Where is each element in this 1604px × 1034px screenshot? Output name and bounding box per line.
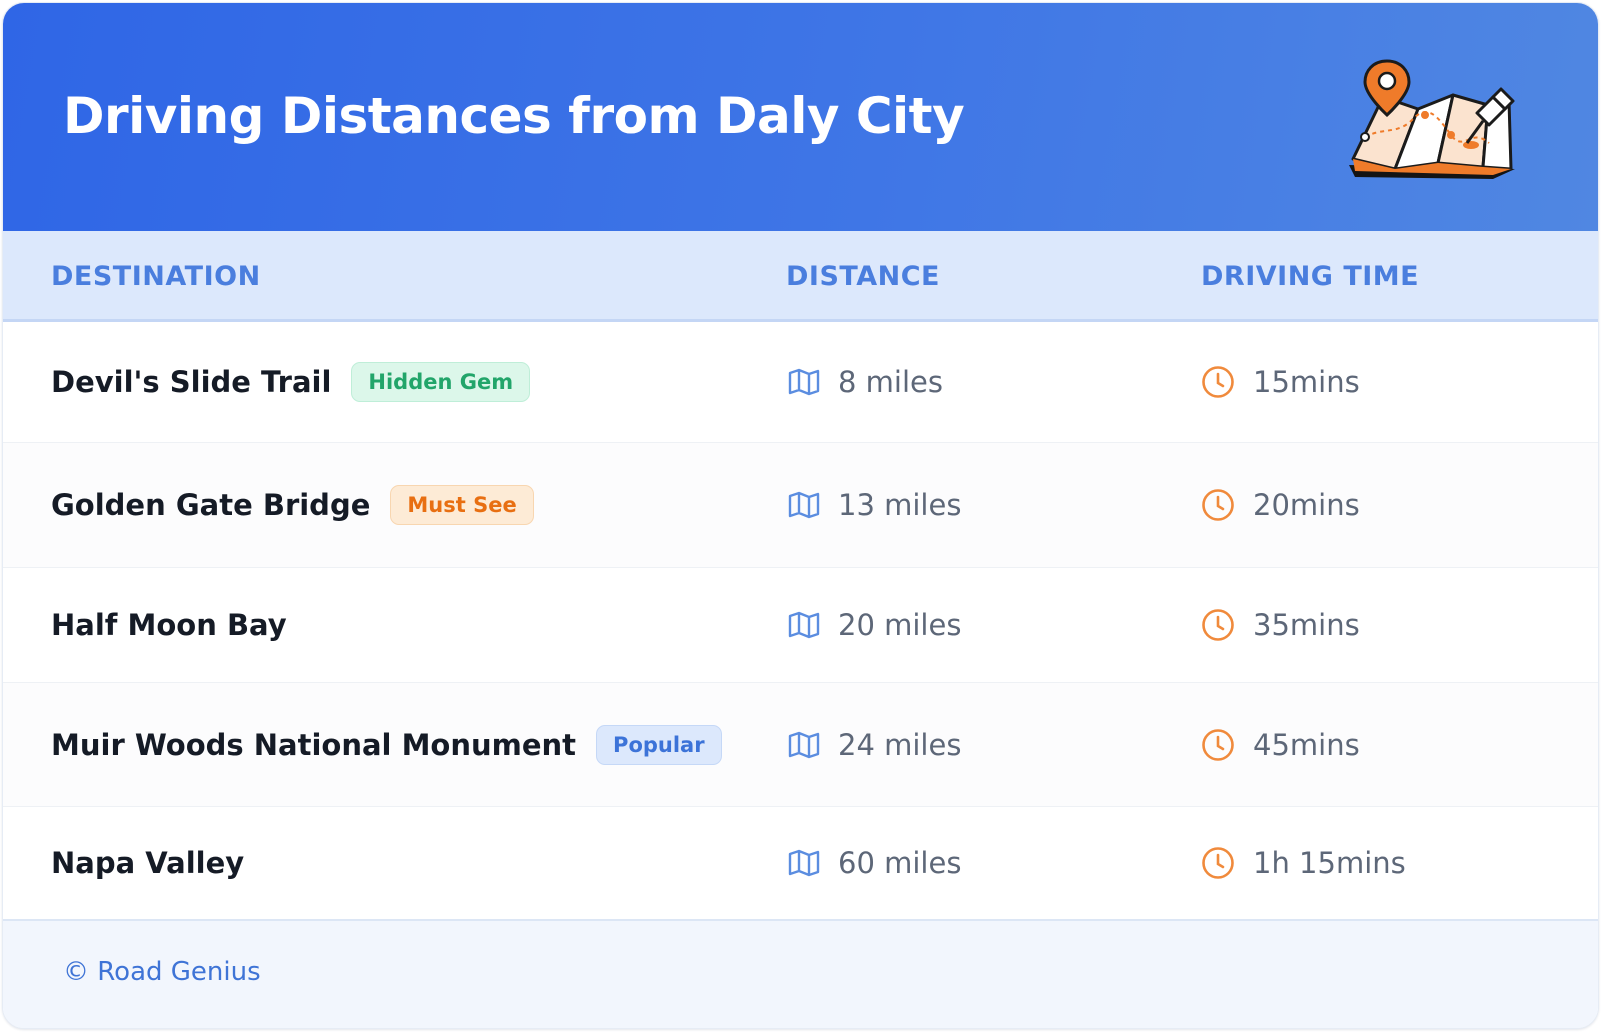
distance-cell: 24 miles [788,728,961,762]
distance-cell: 8 miles [788,365,943,399]
distance-cell: 13 miles [788,488,961,522]
destination-name: Devil's Slide Trail [51,365,332,399]
map-icon [788,491,820,519]
destination-name: Muir Woods National Monument [51,727,577,762]
map-icon [788,849,820,877]
clock-icon [1202,847,1234,879]
clock-icon [1202,728,1234,761]
destination-name: Golden Gate Bridge [51,488,371,522]
footer: © Road Genius [3,919,1598,1028]
destination-cell: Napa Valley [51,846,244,880]
distance-value: 20 miles [838,608,962,642]
time-cell: 35mins [1201,608,1360,642]
time-value: 15mins [1253,365,1360,399]
destination-cell: Devil's Slide Trail Hidden Gem [51,362,531,402]
column-header-driving-time: DRIVING TIME [1201,261,1420,292]
time-value: 35mins [1253,608,1360,642]
clock-icon [1202,366,1234,398]
destination-name: Half Moon Bay [51,608,287,642]
distance-value: 60 miles [838,846,962,880]
table-header: DESTINATION DISTANCE DRIVING TIME [3,231,1598,322]
map-icon [788,731,820,758]
destination-cell: Muir Woods National Monument Popular [51,724,722,765]
time-value: 45mins [1253,727,1360,762]
badge-must-see: Must See [390,485,534,525]
distance-value: 8 miles [838,365,943,399]
distance-cell: 20 miles [788,608,961,642]
page-title: Driving Distances from Daly City [63,87,965,145]
distance-cell: 60 miles [788,846,961,880]
clock-icon [1202,609,1234,641]
time-cell: 1h 15mins [1201,846,1406,880]
folded-map-with-location-pin-icon [1349,59,1515,179]
time-value: 1h 15mins [1253,846,1406,880]
destination-cell: Golden Gate Bridge Must See [51,485,534,525]
table-row: Half Moon Bay 20 miles 35mins [3,568,1598,683]
badge-hidden-gem: Hidden Gem [351,362,531,402]
header-banner: Driving Distances from Daly City [3,3,1598,231]
time-value: 20mins [1253,488,1360,522]
table-row: Napa Valley 60 miles 1h 15mins [3,807,1598,919]
time-cell: 45mins [1201,728,1360,762]
column-header-destination: DESTINATION [51,261,261,292]
time-cell: 20mins [1201,488,1360,522]
map-icon [788,368,820,396]
destination-name: Napa Valley [51,846,245,880]
time-cell: 15mins [1201,365,1360,399]
footer-credit: © Road Genius [63,957,261,987]
table-row: Devil's Slide Trail Hidden Gem 8 miles 1… [3,322,1598,443]
map-icon [788,611,820,639]
distance-value: 13 miles [838,488,962,522]
clock-icon [1202,489,1234,521]
table-row: Muir Woods National Monument Popular 24 … [3,683,1598,807]
distance-value: 24 miles [838,727,962,762]
badge-popular: Popular [596,724,722,765]
column-header-distance: DISTANCE [786,261,940,292]
destination-cell: Half Moon Bay [51,608,287,642]
table-row: Golden Gate Bridge Must See 13 miles 20m… [3,443,1598,568]
distance-card: Driving Distances from Daly City DESTINA… [2,2,1599,1029]
